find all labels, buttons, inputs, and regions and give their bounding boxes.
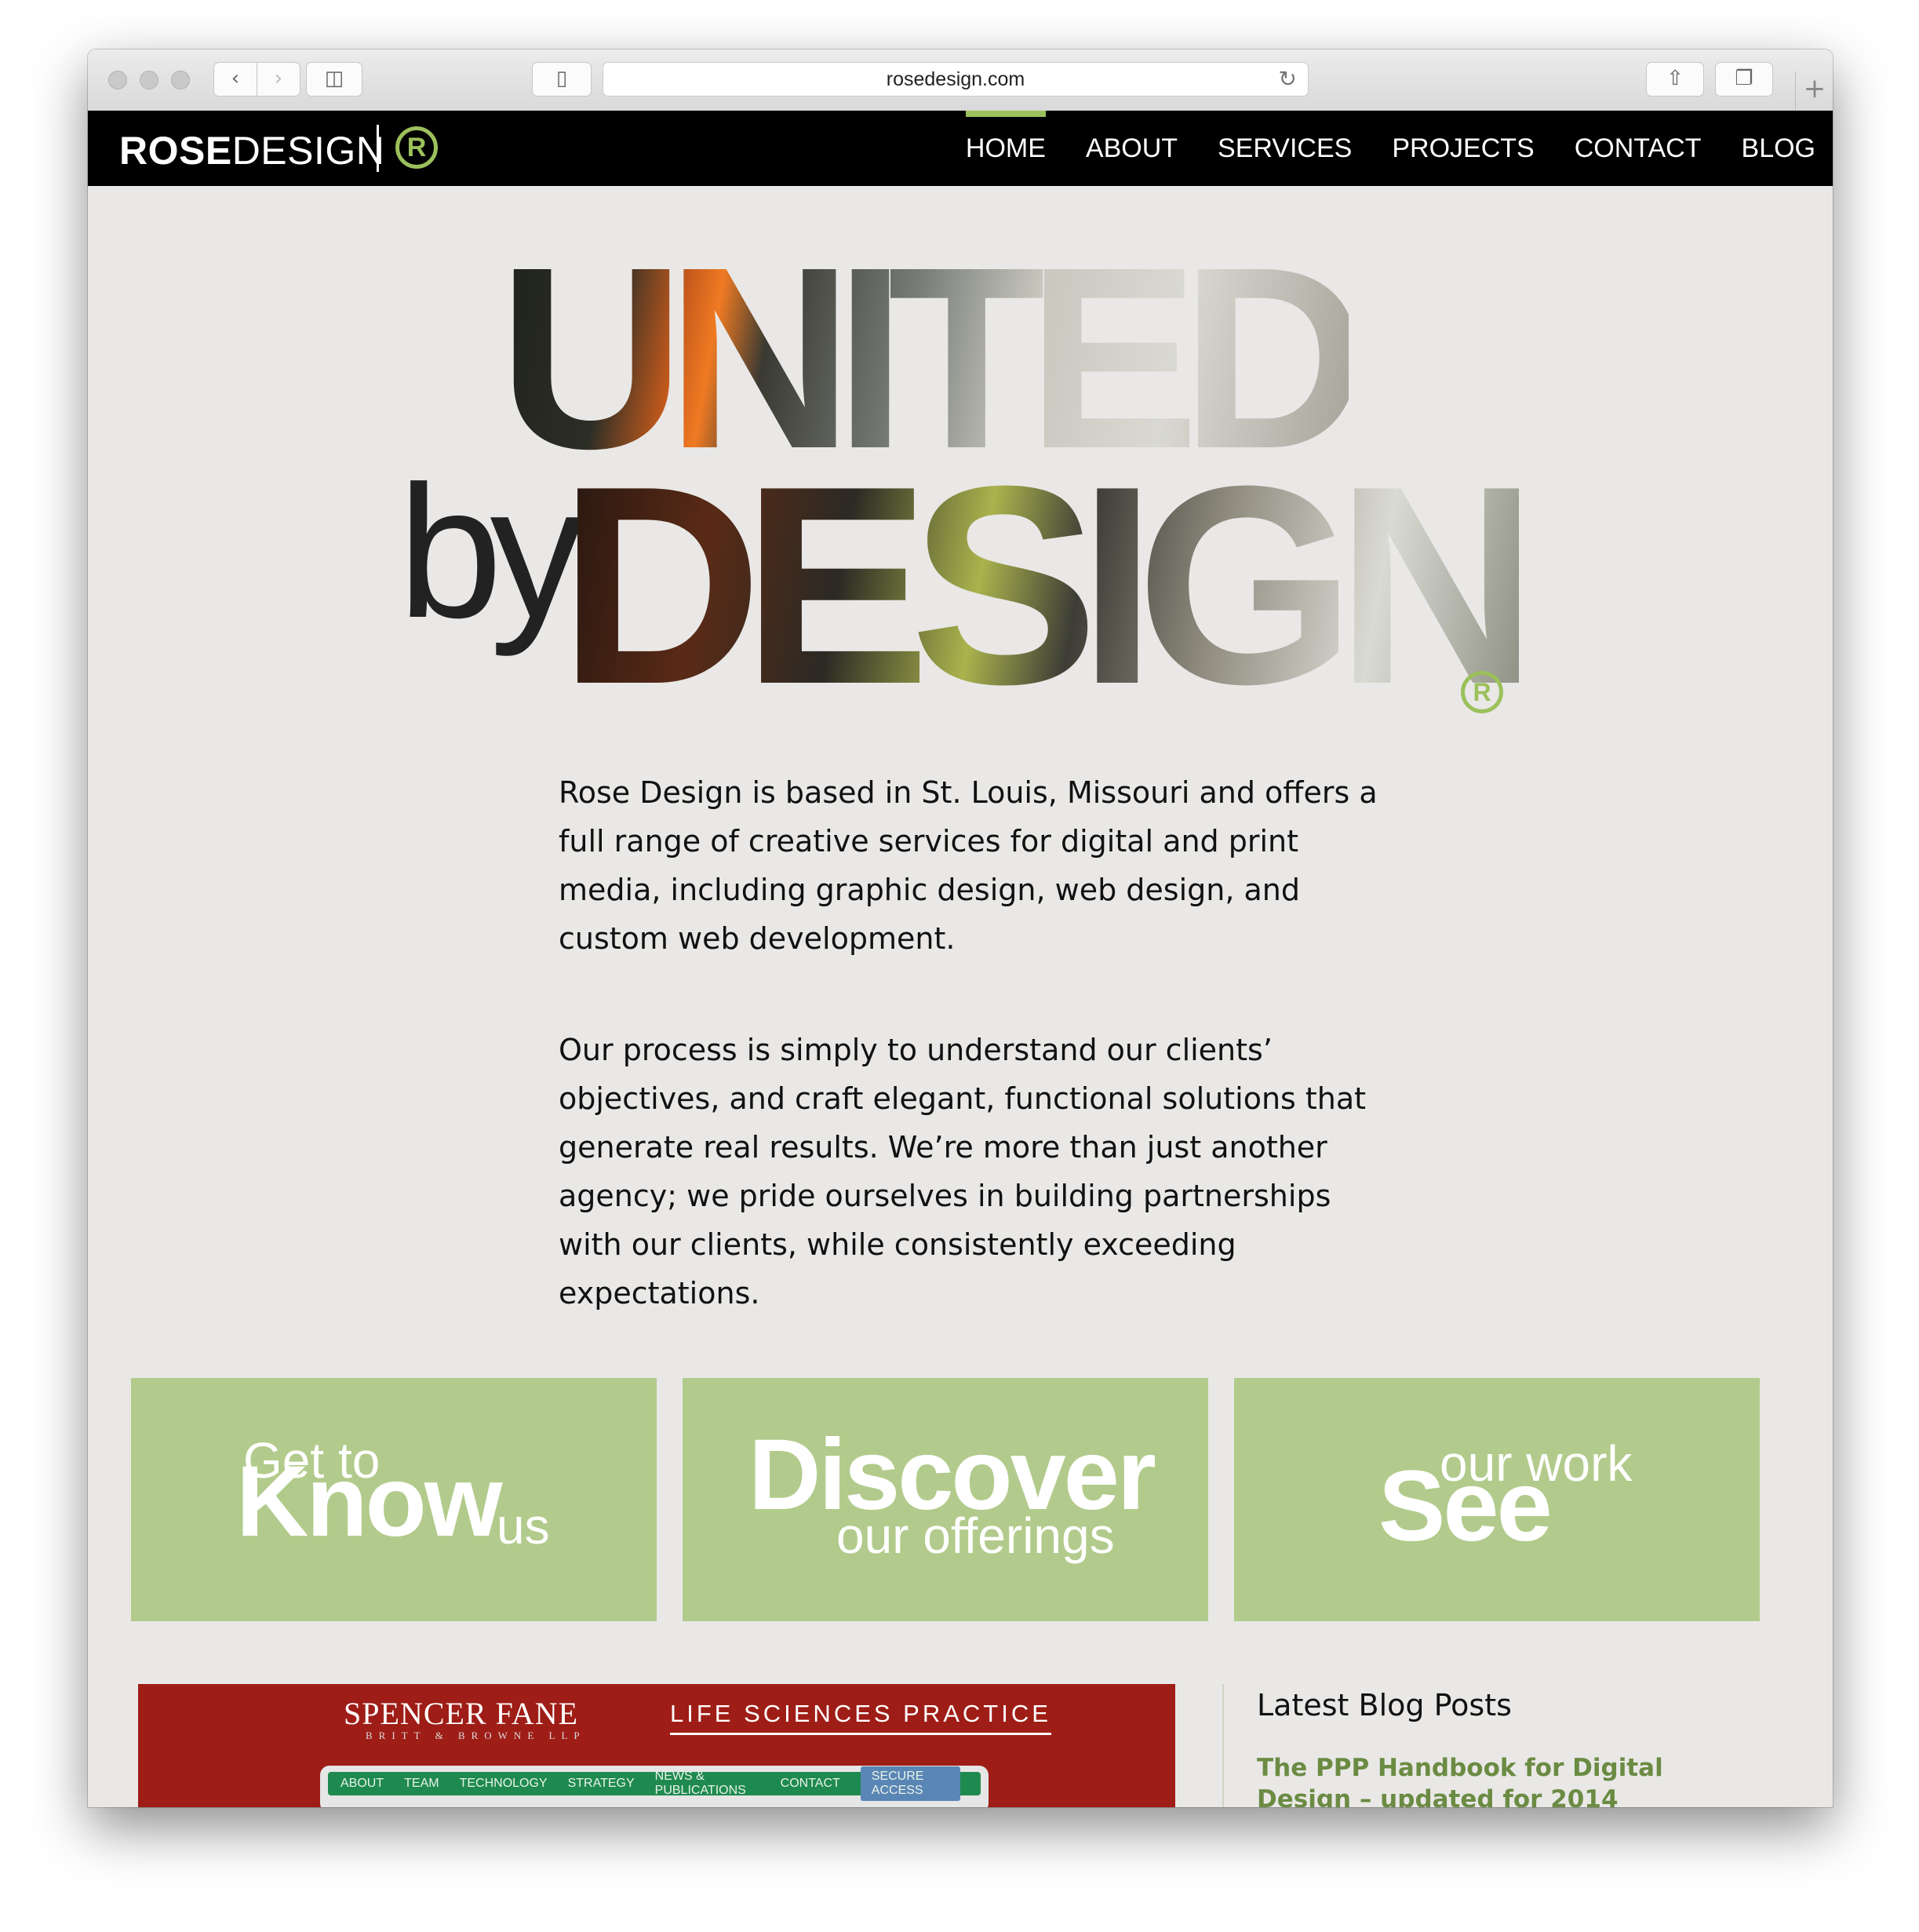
logo-registered-icon: R	[395, 126, 438, 169]
new-tab-button[interactable]: +	[1795, 71, 1833, 111]
nav-services[interactable]: SERVICES	[1218, 111, 1352, 186]
project-showcase-image[interactable]: SPENCER FANE BRITT & BROWNE LLP LIFE SCI…	[138, 1684, 1175, 1807]
blog-divider	[1222, 1684, 1224, 1807]
tile-2-bottom-text: our offerings	[836, 1507, 1115, 1564]
showcase-nav-frame: ABOUT TEAM TECHNOLOGY STRATEGY NEWS & PU…	[320, 1766, 989, 1807]
sidebar-button[interactable]: ◫	[306, 62, 362, 97]
tile-3-big-text: See	[1378, 1450, 1553, 1562]
address-bar[interactable]: rosedesign.com ↻	[603, 62, 1309, 97]
hero-design-text: DESIGN	[559, 428, 1539, 743]
nav-about[interactable]: ABOUT	[1086, 111, 1178, 186]
browser-toolbar: ‹ › ◫ ▯ rosedesign.com ↻ ⇧ ❐ +	[88, 49, 1833, 111]
blog-heading: Latest Blog Posts	[1257, 1688, 1512, 1722]
hero-by-text: by	[398, 447, 584, 657]
back-icon: ‹	[231, 67, 240, 90]
logo-text: DESIGN	[231, 129, 385, 173]
showcase-nav-item: ABOUT	[340, 1777, 384, 1790]
hero-registered-icon: R	[1461, 671, 1503, 713]
hero-graphic: UNITED by DESIGN	[398, 228, 1622, 786]
zoom-window-button[interactable]	[171, 71, 190, 89]
logo-divider	[377, 125, 379, 172]
nav-home[interactable]: HOME	[965, 111, 1046, 186]
tabs-button[interactable]: ❐	[1715, 62, 1773, 97]
sidebar-icon: ◫	[324, 67, 344, 90]
forward-icon: ›	[274, 67, 283, 90]
blog-post-link[interactable]: The PPP Handbook for Digital Design – up…	[1257, 1752, 1743, 1807]
browser-window: ‹ › ◫ ▯ rosedesign.com ↻ ⇧ ❐ + ROSEDESIG…	[88, 49, 1833, 1807]
showcase-nav-item: NEWS & PUBLICATIONS	[654, 1770, 746, 1797]
showcase-nav-item: TEAM	[404, 1777, 439, 1790]
site-logo[interactable]: ROSEDESIGN	[119, 128, 384, 173]
showcase-subtitle: BRITT & BROWNE LLP	[366, 1730, 586, 1741]
forward-button[interactable]: ›	[257, 62, 300, 97]
showcase-nav-item: STRATEGY	[567, 1777, 635, 1790]
share-icon: ⇧	[1666, 67, 1684, 90]
reload-icon[interactable]: ↻	[1279, 66, 1297, 92]
showcase-nav-item: TECHNOLOGY	[459, 1777, 548, 1790]
minimize-window-button[interactable]	[140, 71, 158, 89]
nav-projects[interactable]: PROJECTS	[1392, 111, 1534, 186]
nav-contact[interactable]: CONTACT	[1575, 111, 1702, 186]
reader-icon: ▯	[555, 67, 568, 90]
tile-1-bottom-text: us	[497, 1498, 550, 1555]
site-navbar: ROSEDESIGN R HOME ABOUT SERVICES PROJECT…	[88, 111, 1833, 186]
new-tab-icon: +	[1803, 73, 1826, 104]
showcase-secure-access: SECURE ACCESS	[860, 1766, 960, 1801]
close-window-button[interactable]	[108, 71, 127, 89]
reader-button[interactable]: ▯	[532, 62, 592, 97]
nav-blog[interactable]: BLOG	[1742, 111, 1815, 186]
url-text: rosedesign.com	[886, 68, 1025, 90]
main-menu: HOME ABOUT SERVICES PROJECTS CONTACT BLO…	[926, 111, 1815, 186]
tile-get-to-know-us[interactable]: Get to Know us	[131, 1378, 657, 1621]
share-button[interactable]: ⇧	[1646, 62, 1704, 97]
intro-paragraph-2: Our process is simply to understand our …	[559, 1033, 1367, 1310]
showcase-navbar: ABOUT TEAM TECHNOLOGY STRATEGY NEWS & PU…	[328, 1766, 981, 1801]
tabs-icon: ❐	[1735, 67, 1753, 90]
showcase-practice: LIFE SCIENCES PRACTICE	[670, 1700, 1051, 1735]
intro-text: Rose Design is based in St. Louis, Misso…	[559, 768, 1390, 1380]
back-button[interactable]: ‹	[213, 62, 257, 97]
logo-bold-text: ROSE	[119, 129, 232, 173]
tile-1-big-text: Know	[236, 1445, 502, 1558]
intro-paragraph-1: Rose Design is based in St. Louis, Misso…	[559, 775, 1378, 956]
showcase-nav-item: CONTACT	[780, 1777, 840, 1790]
tile-discover-offerings[interactable]: Discover our offerings	[683, 1378, 1208, 1621]
showcase-title: SPENCER FANE	[344, 1696, 579, 1731]
tile-see-our-work[interactable]: our work See	[1234, 1378, 1760, 1621]
